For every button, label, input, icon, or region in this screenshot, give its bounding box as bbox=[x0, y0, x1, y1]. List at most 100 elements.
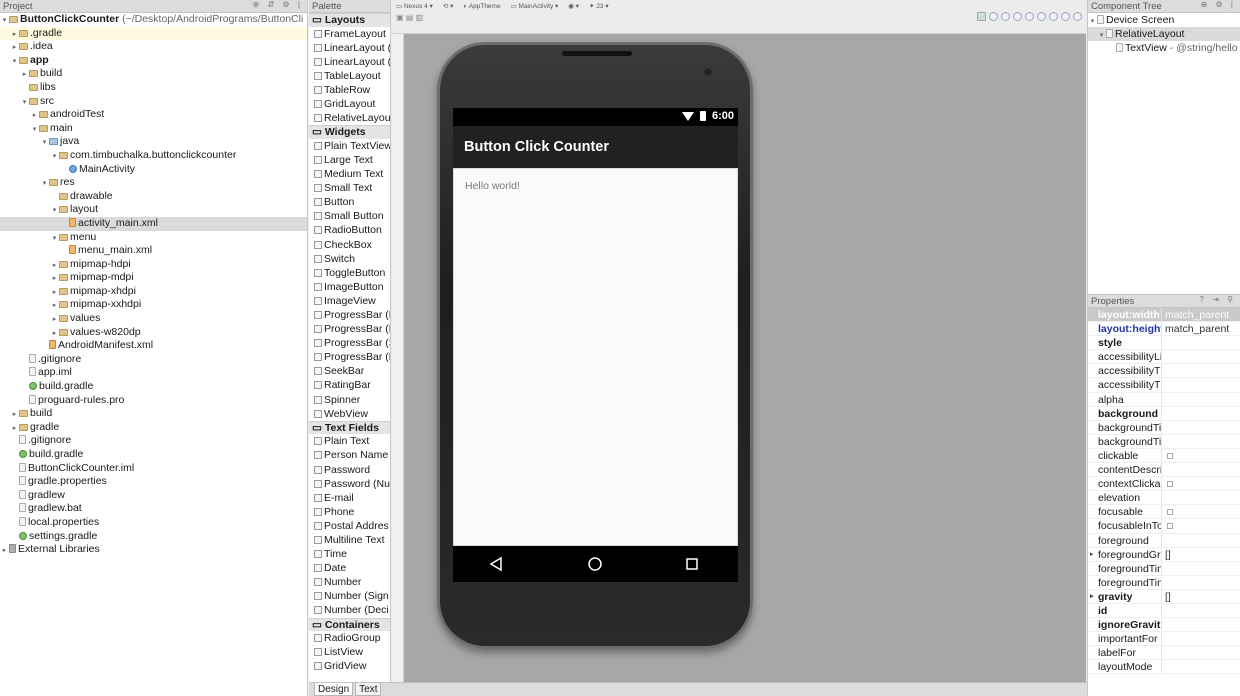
palette-group-header[interactable]: ▭ Containers bbox=[309, 617, 390, 632]
project-tree-item[interactable]: ▸ External Libraries bbox=[0, 543, 307, 557]
project-tree-item[interactable]: ▾ layout bbox=[0, 203, 307, 217]
zoom-in-icon[interactable] bbox=[1001, 12, 1010, 21]
expand-arrow-icon[interactable]: ▸ bbox=[10, 408, 19, 422]
property-checkbox[interactable] bbox=[1167, 523, 1173, 530]
tab-design[interactable]: Design bbox=[314, 683, 354, 696]
palette-item[interactable]: Phone bbox=[309, 505, 390, 519]
zoom-fit-icon[interactable] bbox=[977, 12, 986, 21]
palette-item[interactable]: Date bbox=[309, 561, 390, 575]
device-screen[interactable]: 6:00 Button Click Counter Hello world! bbox=[453, 108, 738, 582]
property-value[interactable]: [] bbox=[1161, 589, 1240, 603]
property-row[interactable]: clickable bbox=[1088, 448, 1240, 464]
project-tree-item[interactable]: MainActivity bbox=[0, 163, 307, 177]
palette-item[interactable]: TableRow bbox=[309, 83, 390, 97]
project-tree-item[interactable]: settings.gradle bbox=[0, 530, 307, 544]
property-row[interactable]: id bbox=[1088, 603, 1240, 619]
palette-item[interactable]: LinearLayout ( bbox=[309, 41, 390, 55]
project-tree-item[interactable]: build.gradle bbox=[0, 448, 307, 462]
properties-tools-icon[interactable]: ? ⇥ ⚲ bbox=[1200, 295, 1236, 304]
property-row[interactable]: importantFor bbox=[1088, 632, 1240, 647]
component-tree-tools-icon[interactable]: ⊕ ⚙ | bbox=[1201, 0, 1236, 9]
tab-text[interactable]: Text bbox=[355, 683, 382, 696]
relative-layout-preview[interactable]: Hello world! bbox=[453, 168, 738, 546]
project-tree-item[interactable]: gradlew bbox=[0, 489, 307, 503]
palette-item[interactable]: ProgressBar (L bbox=[309, 308, 390, 322]
palette-item[interactable]: RadioGroup bbox=[309, 631, 390, 645]
project-tree-item[interactable]: build.gradle bbox=[0, 380, 307, 394]
project-tree-item[interactable]: menu_main.xml bbox=[0, 244, 307, 258]
palette-item[interactable]: E-mail bbox=[309, 491, 390, 505]
orientation-selector[interactable]: ⟲ ▾ bbox=[443, 2, 454, 10]
palette-item[interactable]: RatingBar bbox=[309, 378, 390, 392]
project-tree-item[interactable]: ▾ menu bbox=[0, 231, 307, 245]
palette-item[interactable]: ToggleButton bbox=[309, 266, 390, 280]
expand-arrow-icon[interactable]: ▸ bbox=[50, 272, 59, 286]
property-value[interactable] bbox=[1161, 505, 1240, 519]
palette-item[interactable]: SeekBar bbox=[309, 364, 390, 378]
project-tree-item[interactable]: ▸ gradle bbox=[0, 421, 307, 435]
project-tree-item[interactable]: ▸ mipmap-xxhdpi bbox=[0, 298, 307, 312]
project-panel-header[interactable]: Project ⊕ ⇵ ⚙ | bbox=[0, 0, 307, 13]
expand-arrow-icon[interactable]: ▸ bbox=[1090, 590, 1094, 603]
expand-arrow-icon[interactable]: ▸ bbox=[50, 313, 59, 327]
palette-group-header[interactable]: ▭ Layouts bbox=[309, 13, 390, 27]
device-selector[interactable]: ▭ Nexus 4 ▾ bbox=[396, 2, 433, 10]
expand-arrow-icon[interactable]: ▸ bbox=[10, 422, 19, 436]
theme-selector[interactable]: ◐ AppTheme bbox=[463, 3, 500, 10]
property-row[interactable]: focusable bbox=[1088, 505, 1240, 520]
expand-arrow-icon[interactable]: ▾ bbox=[50, 204, 59, 218]
palette-item[interactable]: Time bbox=[309, 547, 390, 561]
palette-item[interactable]: Number bbox=[309, 575, 390, 589]
palette-item[interactable]: ProgressBar (H bbox=[309, 350, 390, 364]
property-value[interactable] bbox=[1161, 406, 1240, 420]
palette-group-header[interactable]: ▭ Text Fields bbox=[309, 420, 390, 435]
design-canvas[interactable]: 6:00 Button Click Counter Hello world! bbox=[404, 34, 1086, 682]
project-tree-item[interactable]: ▾ com.timbuchalka.buttonclickcounter bbox=[0, 149, 307, 163]
project-tree-item[interactable]: ▸ .idea bbox=[0, 40, 307, 54]
property-row[interactable]: accessibilityT bbox=[1088, 378, 1240, 393]
app-action-bar[interactable]: Button Click Counter bbox=[453, 126, 738, 168]
property-row[interactable]: alpha bbox=[1088, 392, 1240, 407]
expand-arrow-icon[interactable]: ▸ bbox=[10, 41, 19, 55]
property-row[interactable]: layoutMode bbox=[1088, 660, 1240, 675]
project-tree-item[interactable]: ▾ main bbox=[0, 122, 307, 136]
property-row[interactable]: background bbox=[1088, 406, 1240, 421]
project-tree-item[interactable]: ▾ res bbox=[0, 176, 307, 190]
palette-item[interactable]: LinearLayout ( bbox=[309, 55, 390, 69]
expand-arrow-icon[interactable]: ▸ bbox=[0, 544, 9, 558]
project-panel-tools-icon[interactable]: ⊕ ⇵ ⚙ | bbox=[253, 0, 303, 9]
property-value[interactable] bbox=[1161, 448, 1240, 463]
project-tree-item[interactable]: AndroidManifest.xml bbox=[0, 339, 307, 353]
palette-item[interactable]: ListView bbox=[309, 645, 390, 659]
project-tree-item[interactable]: ▾ java bbox=[0, 135, 307, 149]
recents-icon[interactable] bbox=[686, 558, 698, 570]
property-value[interactable] bbox=[1161, 392, 1240, 406]
palette-item[interactable]: ImageView bbox=[309, 294, 390, 308]
expand-arrow-icon[interactable]: ▸ bbox=[30, 109, 39, 123]
palette-item[interactable]: Password (Nu bbox=[309, 477, 390, 491]
expand-arrow-icon[interactable]: ▾ bbox=[40, 136, 49, 150]
palette-item[interactable]: WebView bbox=[309, 407, 390, 421]
expand-arrow-icon[interactable]: ▸ bbox=[1090, 548, 1094, 561]
palette-item[interactable]: CheckBox bbox=[309, 238, 390, 252]
api-selector[interactable]: ✦ 23 ▾ bbox=[589, 2, 609, 10]
zoom-reset-icon[interactable] bbox=[1025, 12, 1034, 21]
project-tree-item[interactable]: libs bbox=[0, 81, 307, 95]
project-root-row[interactable]: ▾ ButtonClickCounter (~/Desktop/AndroidPr… bbox=[0, 13, 307, 27]
property-row[interactable]: ▸ foregroundGr [] bbox=[1088, 547, 1240, 562]
project-tree-item[interactable]: ▸ values-w820dp bbox=[0, 326, 307, 340]
property-row[interactable]: accessibilityT bbox=[1088, 364, 1240, 379]
palette-item[interactable]: TableLayout bbox=[309, 69, 390, 83]
expand-arrow-icon[interactable]: ▾ bbox=[10, 55, 19, 69]
expand-arrow-icon[interactable]: ▸ bbox=[50, 286, 59, 300]
property-value[interactable] bbox=[1161, 603, 1240, 618]
palette-group-header[interactable]: ▭ Widgets bbox=[309, 125, 390, 139]
project-tree-item[interactable]: gradle.properties bbox=[0, 475, 307, 489]
project-tree-item[interactable]: ▸ mipmap-mdpi bbox=[0, 271, 307, 285]
refresh-icon[interactable] bbox=[1037, 12, 1046, 21]
palette-item[interactable]: Switch bbox=[309, 252, 390, 266]
property-row[interactable]: foregroundTin bbox=[1088, 561, 1240, 576]
expand-arrow-icon[interactable]: ▸ bbox=[50, 299, 59, 313]
palette-item[interactable]: FrameLayout bbox=[309, 27, 390, 41]
project-tree-item[interactable]: ▸ build bbox=[0, 407, 307, 421]
